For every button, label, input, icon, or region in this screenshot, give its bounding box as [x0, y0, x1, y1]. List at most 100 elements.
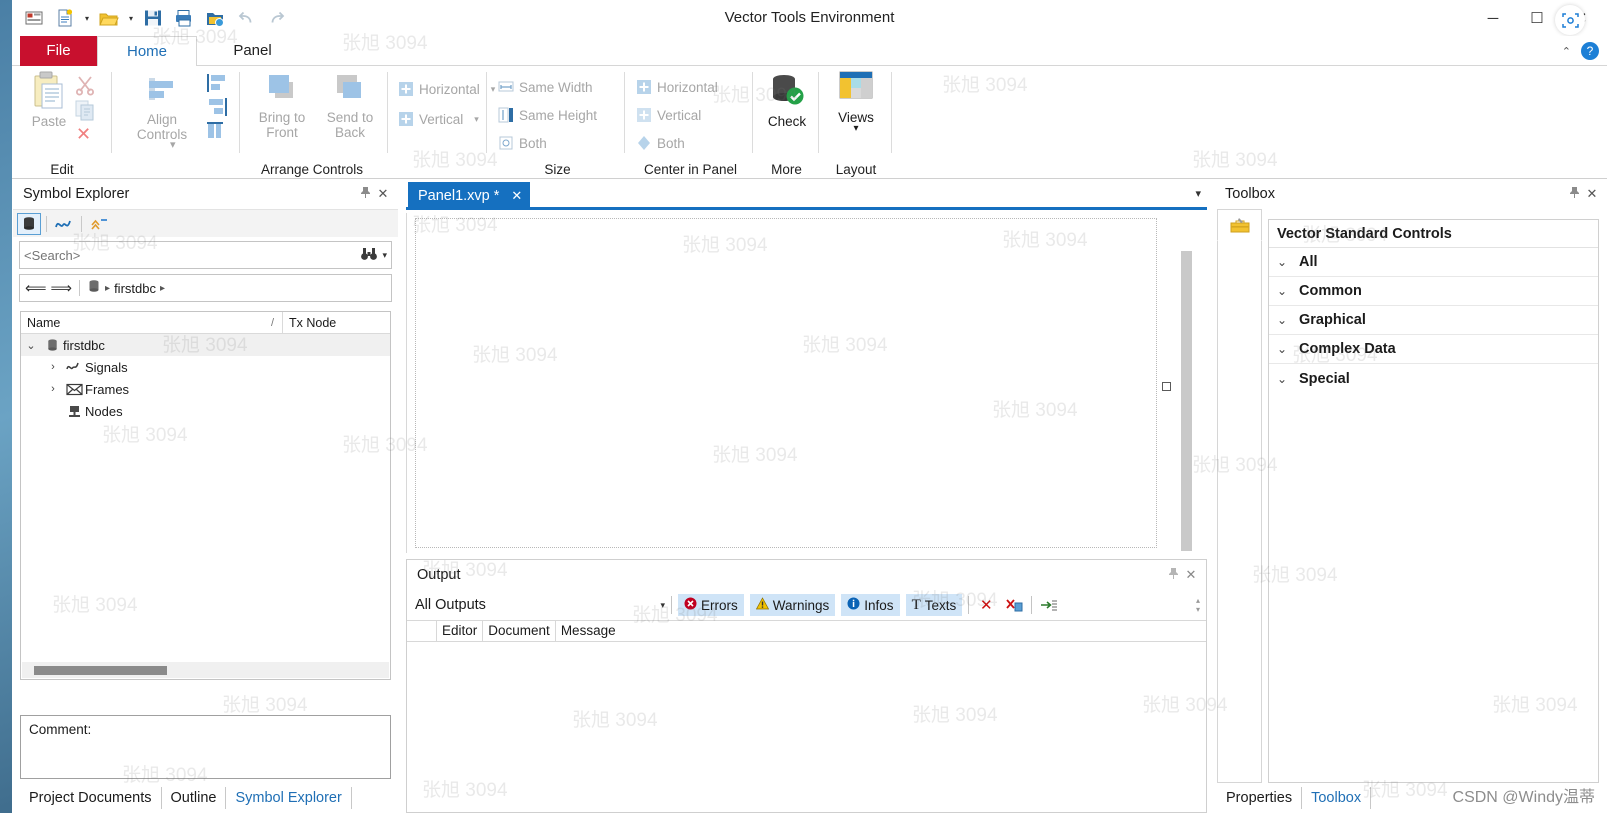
binoculars-icon[interactable] [360, 247, 378, 264]
clear-filtered-output-button[interactable] [1003, 594, 1025, 616]
scrollbar-thumb[interactable] [1181, 251, 1192, 551]
align-controls-button[interactable]: Align Controls [124, 70, 200, 152]
dock-tab-toolbox[interactable]: Toolbox [1302, 787, 1372, 809]
tree-row-signals[interactable]: › Signals [21, 356, 390, 378]
bring-to-front-button[interactable]: Bring to Front [244, 70, 320, 152]
toolbox-group-special[interactable]: ⌄ Special [1269, 364, 1598, 393]
same-width-button[interactable]: Same Width [498, 74, 593, 100]
output-filter-select[interactable]: All Outputs ▾ [415, 597, 665, 613]
toolbox-group-common[interactable]: ⌄ Common [1269, 277, 1598, 306]
pin-icon[interactable] [1565, 186, 1583, 202]
panel-design-surface[interactable] [415, 218, 1171, 548]
tree-row-frames[interactable]: › Frames [21, 378, 390, 400]
design-resize-handle[interactable] [1162, 382, 1171, 391]
align-right-button[interactable] [204, 96, 230, 121]
undo-icon[interactable] [232, 4, 260, 32]
scrollbar-thumb[interactable] [34, 666, 167, 675]
clear-output-button[interactable]: ✕ [975, 594, 997, 616]
search-input[interactable] [24, 247, 361, 263]
scroll-up-icon[interactable]: ▴ [1196, 596, 1200, 605]
open-folder-icon[interactable] [95, 4, 123, 32]
dock-tab-symbol-explorer[interactable]: Symbol Explorer [226, 787, 352, 809]
tree-expander-icon[interactable]: ⌄ [21, 339, 41, 352]
database-filter-icon[interactable] [17, 212, 41, 235]
chevron-down-icon[interactable]: ⌄ [1277, 284, 1299, 298]
canvas-vertical-scrollbar[interactable] [1181, 249, 1195, 585]
save-icon[interactable] [139, 4, 167, 32]
align-distribute-button[interactable] [204, 120, 230, 145]
chevron-down-icon[interactable]: ⌄ [1277, 313, 1299, 327]
tree-expander-icon[interactable]: › [43, 383, 63, 395]
breadcrumb-item-firstdbc[interactable]: firstdbc [114, 281, 156, 296]
delete-button[interactable]: ✕ [76, 124, 91, 145]
tab-panel[interactable]: Panel [200, 36, 305, 66]
distribute-vertical-button[interactable]: Vertical ▾ [398, 106, 479, 132]
center-horizontal-button[interactable]: Horizontal [636, 74, 718, 100]
tree-column-name[interactable]: Name / [21, 311, 283, 334]
close-icon[interactable]: ✕ [374, 186, 392, 202]
expand-collapse-icon[interactable] [87, 213, 111, 235]
search-box[interactable]: ▾ [19, 241, 392, 269]
signal-wave-icon[interactable] [52, 213, 76, 235]
filter-errors-button[interactable]: Errors [678, 594, 744, 616]
check-button[interactable]: Check [756, 70, 818, 152]
autoscroll-button[interactable] [1038, 594, 1060, 616]
database-icon[interactable] [87, 279, 101, 297]
tree-column-tx-node[interactable]: Tx Node [283, 312, 336, 334]
paste-button[interactable]: Paste [18, 70, 80, 152]
align-controls-caret-icon[interactable]: ▾ [170, 138, 176, 151]
dock-tab-outline[interactable]: Outline [162, 787, 227, 809]
minimize-button[interactable]: ─ [1471, 2, 1515, 34]
center-both-button[interactable]: Both [636, 130, 685, 156]
send-to-back-button[interactable]: Send to Back [312, 70, 388, 152]
tree-row-nodes[interactable]: Nodes [21, 400, 390, 422]
document-tab-list-caret-icon[interactable]: ▾ [1195, 187, 1201, 200]
center-vertical-button[interactable]: Vertical [636, 102, 701, 128]
pin-icon[interactable] [1164, 567, 1182, 583]
open-recent-icon[interactable] [201, 4, 229, 32]
close-icon[interactable]: ✕ [511, 188, 522, 204]
tree-horizontal-scrollbar[interactable] [22, 662, 389, 678]
chevron-down-icon[interactable]: ⌄ [1277, 372, 1299, 386]
same-height-button[interactable]: Same Height [498, 102, 597, 128]
output-column-editor[interactable]: Editor [437, 620, 484, 642]
copy-button[interactable] [74, 99, 96, 124]
help-icon[interactable]: ? [1581, 42, 1599, 60]
screen-capture-overlay-icon[interactable] [1555, 5, 1585, 35]
chevron-down-icon[interactable]: ⌄ [1277, 342, 1299, 356]
close-icon[interactable]: ✕ [1182, 567, 1200, 583]
redo-icon[interactable] [263, 4, 291, 32]
tree-expander-icon[interactable]: › [43, 361, 63, 373]
align-left-button[interactable] [204, 72, 230, 97]
new-panel-icon[interactable] [20, 4, 48, 32]
output-column-message[interactable]: Message [556, 620, 1206, 642]
search-options-caret-icon[interactable]: ▾ [382, 250, 387, 261]
new-document-caret-icon[interactable]: ▾ [82, 14, 92, 23]
views-button[interactable]: Views ▾ [825, 70, 887, 152]
dock-tab-project-documents[interactable]: Project Documents [20, 787, 162, 809]
comment-box[interactable]: Comment: [20, 715, 391, 779]
dock-tab-properties[interactable]: Properties [1217, 787, 1303, 809]
toolbox-group-graphical[interactable]: ⌄ Graphical [1269, 306, 1598, 335]
distribute-vertical-caret-icon[interactable]: ▾ [474, 114, 479, 125]
tab-file[interactable]: File [20, 36, 97, 66]
output-scroll-arrows[interactable]: ▴ ▾ [1196, 596, 1200, 614]
filter-infos-button[interactable]: Infos [841, 594, 900, 616]
maximize-button[interactable]: ☐ [1515, 2, 1559, 34]
distribute-horizontal-button[interactable]: Horizontal ▾ [398, 76, 495, 102]
collapse-ribbon-icon[interactable]: ⌃ [1562, 45, 1571, 58]
scroll-down-icon[interactable]: ▾ [1196, 605, 1200, 614]
nav-back-icon[interactable]: ⟸ [25, 279, 47, 297]
chevron-down-icon[interactable]: ▾ [660, 600, 665, 611]
output-column-document[interactable]: Document [483, 620, 556, 642]
chevron-down-icon[interactable]: ⌄ [1277, 255, 1299, 269]
views-caret-icon[interactable]: ▾ [853, 124, 858, 134]
tree-row-firstdbc[interactable]: ⌄ firstdbc [21, 334, 390, 356]
close-icon[interactable]: ✕ [1583, 186, 1601, 202]
filter-warnings-button[interactable]: Warnings [749, 594, 836, 616]
open-folder-caret-icon[interactable]: ▾ [126, 14, 136, 23]
pin-icon[interactable] [356, 186, 374, 202]
toolbox-icon[interactable] [1217, 209, 1262, 241]
toolbox-group-complex-data[interactable]: ⌄ Complex Data [1269, 335, 1598, 364]
cut-button[interactable] [74, 74, 96, 99]
